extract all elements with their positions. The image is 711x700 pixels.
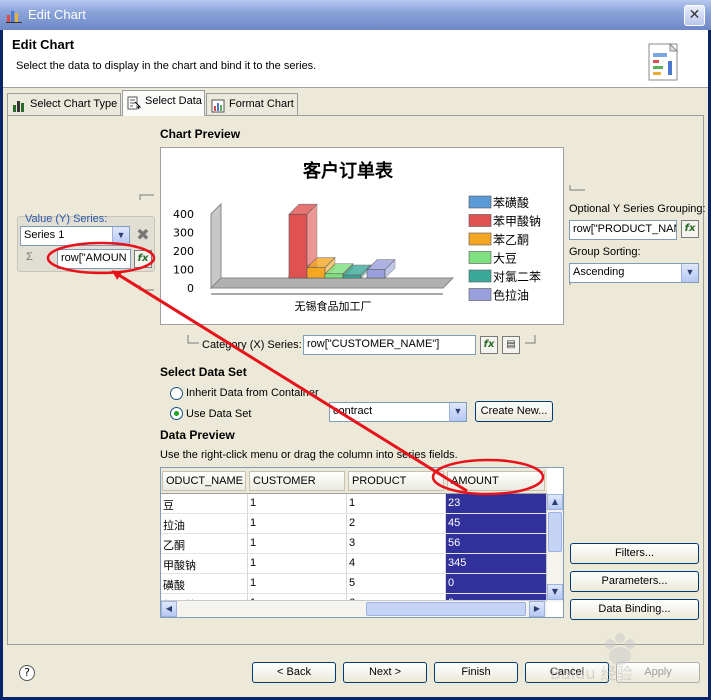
- cell: 1: [248, 494, 347, 514]
- data-binding-button[interactable]: Data Binding...: [570, 599, 699, 620]
- table-row[interactable]: 拉油 1 2 45: [161, 514, 547, 534]
- cell: 2: [347, 514, 446, 534]
- finish-button[interactable]: Finish: [434, 662, 518, 683]
- cell: 拉油: [161, 514, 248, 534]
- cell: 1: [248, 554, 347, 574]
- function-icon: fx: [684, 223, 696, 234]
- data-preview-title: Data Preview: [160, 428, 235, 442]
- vertical-scrollbar[interactable]: ▲ ▼: [546, 494, 563, 602]
- scroll-left-icon[interactable]: ◀: [161, 601, 177, 617]
- grouping-expression-builder-button[interactable]: fx: [681, 220, 699, 238]
- chevron-down-icon: ▼: [449, 403, 466, 421]
- data-set-select[interactable]: contract ▼: [329, 402, 467, 422]
- select-data-set-title: Select Data Set: [160, 365, 247, 379]
- cell: 1: [248, 514, 347, 534]
- group-sorting-select[interactable]: Ascending ▼: [569, 263, 699, 283]
- chevron-down-icon: ▼: [112, 227, 129, 245]
- cell: 1: [248, 534, 347, 554]
- series-select-value: Series 1: [24, 229, 65, 241]
- value-series-label: Value (Y) Series:: [25, 213, 108, 225]
- column-header-product-name[interactable]: ODUCT_NAME: [162, 471, 246, 491]
- vertical-scroll-thumb[interactable]: [548, 512, 562, 552]
- inherit-data-radio[interactable]: [170, 387, 183, 400]
- scroll-down-icon[interactable]: ▼: [547, 584, 563, 600]
- cell: 5: [347, 574, 446, 594]
- cell: 乙酮: [161, 534, 248, 554]
- delete-series-icon[interactable]: ✖: [134, 226, 152, 244]
- table-row[interactable]: 磺酸 1 5 0: [161, 574, 547, 594]
- horizontal-scroll-thumb[interactable]: [366, 602, 526, 616]
- parameters-button[interactable]: Parameters...: [570, 571, 699, 592]
- series-select[interactable]: Series 1 ▼: [20, 226, 130, 246]
- create-new-button[interactable]: Create New...: [475, 401, 553, 422]
- table-row[interactable]: 甲酸钠 1 4 345: [161, 554, 547, 574]
- cell: 豆: [161, 494, 248, 514]
- use-data-set-label: Use Data Set: [186, 408, 252, 420]
- cell-amount: 23: [446, 494, 547, 514]
- scroll-up-icon[interactable]: ▲: [547, 494, 563, 510]
- category-series-input[interactable]: row["CUSTOMER_NAME"]: [303, 335, 476, 355]
- baidu-watermark: Baidu 经验: [550, 633, 635, 683]
- tab-label: Select Data: [145, 95, 202, 107]
- function-icon: fx: [483, 339, 495, 350]
- column-header-product[interactable]: PRODUCT: [348, 471, 444, 491]
- function-icon: fx: [137, 253, 149, 264]
- category-options-button[interactable]: ▤: [502, 336, 520, 354]
- sigma-icon: Σ: [26, 251, 33, 263]
- cell-amount: 0: [446, 574, 547, 594]
- data-preview-table[interactable]: ODUCT_NAME CUSTOMER PRODUCT AMOUNT 豆 1 1…: [160, 467, 564, 618]
- tab-select-data[interactable]: Select Data: [122, 90, 205, 116]
- back-button[interactable]: < Back: [252, 662, 336, 683]
- use-data-set-radio[interactable]: [170, 407, 183, 420]
- horizontal-scrollbar[interactable]: ◀ ▶: [161, 600, 547, 617]
- chevron-down-icon: ▼: [681, 264, 698, 282]
- cell-amount: 45: [446, 514, 547, 534]
- watermark-text: Baidu 经验: [550, 664, 633, 683]
- grouping-expression-input[interactable]: row["PRODUCT_NAM: [569, 220, 677, 240]
- data-set-value: contract: [333, 405, 373, 417]
- group-sorting-label: Group Sorting:: [569, 246, 641, 258]
- cell: 1: [347, 494, 446, 514]
- optional-grouping-label: Optional Y Series Grouping:: [569, 203, 706, 215]
- column-header-customer[interactable]: CUSTOMER: [249, 471, 345, 491]
- table-row[interactable]: 豆 1 1 23: [161, 494, 547, 514]
- cell-amount: 56: [446, 534, 547, 554]
- column-header-amount[interactable]: AMOUNT: [447, 471, 545, 491]
- filters-button[interactable]: Filters...: [570, 543, 699, 564]
- select-data-icon: [127, 96, 141, 110]
- table-header: ODUCT_NAME CUSTOMER PRODUCT AMOUNT: [161, 468, 547, 494]
- category-expression-builder-button[interactable]: fx: [480, 336, 498, 354]
- scroll-right-icon[interactable]: ▶: [529, 601, 545, 617]
- next-button[interactable]: Next >: [343, 662, 427, 683]
- data-preview-hint: Use the right-click menu or drag the col…: [160, 449, 458, 461]
- edit-chart-dialog: Edit Chart ✕ Edit Chart Select the data …: [0, 0, 711, 700]
- category-series-label: Category (X) Series:: [202, 339, 302, 351]
- cell: 4: [347, 554, 446, 574]
- cell: 磺酸: [161, 574, 248, 594]
- inherit-data-label: Inherit Data from Container: [186, 387, 319, 399]
- cell: 甲酸钠: [161, 554, 248, 574]
- cell: 3: [347, 534, 446, 554]
- value-series-expression-input[interactable]: row["AMOUN: [57, 249, 131, 269]
- table-row[interactable]: 乙酮 1 3 56: [161, 534, 547, 554]
- sort-options-icon: ▤: [506, 339, 516, 350]
- cell-amount: 345: [446, 554, 547, 574]
- help-icon[interactable]: ?: [19, 665, 35, 681]
- value-expression-builder-button[interactable]: fx: [134, 250, 152, 268]
- group-sorting-value: Ascending: [573, 266, 625, 278]
- cell: 1: [248, 574, 347, 594]
